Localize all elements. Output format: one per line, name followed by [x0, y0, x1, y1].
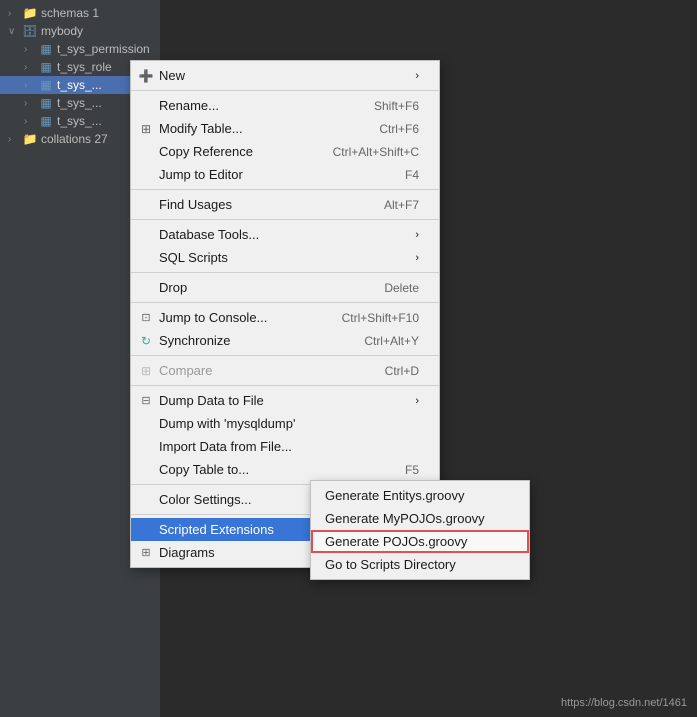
menu-item-jump-console[interactable]: ⊡ Jump to Console... Ctrl+Shift+F10	[131, 306, 439, 329]
menu-label: Import Data from File...	[159, 439, 419, 454]
menu-label: Modify Table...	[159, 121, 349, 136]
table-icon: ▦	[38, 114, 54, 128]
submenu-scripted-extensions: Generate Entitys.groovy Generate MyPOJOs…	[310, 480, 530, 580]
separator	[131, 302, 439, 303]
menu-item-copy-reference[interactable]: Copy Reference Ctrl+Alt+Shift+C	[131, 140, 439, 163]
tree-item-permission[interactable]: › ▦ t_sys_permission	[0, 40, 160, 58]
menu-label: Find Usages	[159, 197, 354, 212]
compare-icon: ⊞	[137, 364, 155, 378]
tree-arrow: ›	[24, 80, 38, 91]
menu-label: Database Tools...	[159, 227, 395, 242]
console-icon: ⊡	[137, 311, 155, 324]
submenu-arrow-icon: ›	[395, 70, 419, 82]
separator	[131, 189, 439, 190]
tree-label: collations 27	[41, 132, 108, 146]
menu-label: Rename...	[159, 98, 344, 113]
separator	[131, 355, 439, 356]
shortcut-text: F4	[375, 168, 419, 182]
menu-label: New	[159, 68, 395, 83]
menu-item-synchronize[interactable]: ↻ Synchronize Ctrl+Alt+Y	[131, 329, 439, 352]
separator	[131, 385, 439, 386]
tree-label: t_sys_...	[57, 78, 102, 92]
tree-arrow: ›	[24, 98, 38, 109]
table-icon: ⊞	[137, 122, 155, 136]
tree-arrow: ›	[8, 8, 22, 19]
shortcut-text: F5	[375, 463, 419, 477]
menu-item-compare[interactable]: ⊞ Compare Ctrl+D	[131, 359, 439, 382]
db-icon: 🗄	[22, 24, 38, 38]
submenu-item-generate-entitys[interactable]: Generate Entitys.groovy	[311, 484, 529, 507]
menu-item-copy-table[interactable]: Copy Table to... F5	[131, 458, 439, 481]
menu-label: Jump to Editor	[159, 167, 375, 182]
shortcut-text: Ctrl+Alt+Shift+C	[303, 145, 419, 159]
shortcut-text: Alt+F7	[354, 198, 419, 212]
shortcut-text: Ctrl+F6	[349, 122, 419, 136]
menu-label: Jump to Console...	[159, 310, 312, 325]
menu-item-drop[interactable]: Drop Delete	[131, 276, 439, 299]
submenu-arrow-icon: ›	[395, 395, 419, 407]
separator	[131, 219, 439, 220]
submenu-arrow-icon: ›	[395, 252, 419, 264]
menu-item-dump-mysqldump[interactable]: Dump with 'mysqldump'	[131, 412, 439, 435]
tree-item-mybody[interactable]: ∨ 🗄 mybody	[0, 22, 160, 40]
shortcut-text: Delete	[354, 281, 419, 295]
tree-label: t_sys_role	[57, 60, 112, 74]
shortcut-text: Shift+F6	[344, 99, 419, 113]
watermark-label: https://blog.csdn.net/1461	[561, 697, 687, 709]
tree-arrow: ∨	[8, 26, 22, 37]
menu-label: Compare	[159, 363, 355, 378]
table-icon: ▦	[38, 78, 54, 92]
folder-icon: 📁	[22, 132, 38, 146]
menu-item-find-usages[interactable]: Find Usages Alt+F7	[131, 193, 439, 216]
sync-icon: ↻	[137, 334, 155, 348]
menu-item-sql-scripts[interactable]: SQL Scripts ›	[131, 246, 439, 269]
shortcut-text: Ctrl+D	[355, 364, 419, 378]
folder-icon: 📁	[22, 6, 38, 20]
menu-label: SQL Scripts	[159, 250, 395, 265]
menu-label: Copy Table to...	[159, 462, 375, 477]
menu-item-modify-table[interactable]: ⊞ Modify Table... Ctrl+F6	[131, 117, 439, 140]
shortcut-text: Ctrl+Alt+Y	[334, 334, 419, 348]
diagrams-icon: ⊞	[137, 546, 155, 559]
menu-label: Synchronize	[159, 333, 334, 348]
tree-label: mybody	[41, 24, 83, 38]
submenu-item-generate-mypojos[interactable]: Generate MyPOJOs.groovy	[311, 507, 529, 530]
new-icon: ➕	[137, 69, 155, 83]
tree-arrow: ›	[24, 62, 38, 73]
tree-arrow: ›	[24, 44, 38, 55]
menu-item-rename[interactable]: Rename... Shift+F6	[131, 94, 439, 117]
tree-label: schemas 1	[41, 6, 99, 20]
tree-arrow: ›	[8, 134, 22, 145]
submenu-label: Generate MyPOJOs.groovy	[325, 511, 485, 526]
submenu-arrow-icon: ›	[395, 229, 419, 241]
submenu-label: Generate Entitys.groovy	[325, 488, 464, 503]
table-icon: ▦	[38, 42, 54, 56]
separator	[131, 272, 439, 273]
tree-item-schemas[interactable]: › 📁 schemas 1	[0, 4, 160, 22]
submenu-item-generate-pojos[interactable]: Generate POJOs.groovy	[311, 530, 529, 553]
tree-label: t_sys_...	[57, 96, 102, 110]
submenu-label: Go to Scripts Directory	[325, 557, 456, 572]
menu-label: Dump Data to File	[159, 393, 395, 408]
menu-label: Drop	[159, 280, 354, 295]
menu-item-dump-file[interactable]: ⊟ Dump Data to File ›	[131, 389, 439, 412]
menu-item-jump-editor[interactable]: Jump to Editor F4	[131, 163, 439, 186]
menu-label: Copy Reference	[159, 144, 303, 159]
tree-arrow: ›	[24, 116, 38, 127]
table-icon: ▦	[38, 60, 54, 74]
tree-label: t_sys_...	[57, 114, 102, 128]
separator	[131, 90, 439, 91]
menu-item-new[interactable]: ➕ New ›	[131, 64, 439, 87]
table-icon: ▦	[38, 96, 54, 110]
menu-item-db-tools[interactable]: Database Tools... ›	[131, 223, 439, 246]
shortcut-text: Ctrl+Shift+F10	[312, 311, 419, 325]
watermark-text: https://blog.csdn.net/1461	[561, 697, 687, 709]
menu-label: Dump with 'mysqldump'	[159, 416, 419, 431]
menu-item-import[interactable]: Import Data from File...	[131, 435, 439, 458]
tree-label: t_sys_permission	[57, 42, 150, 56]
dump-icon: ⊟	[137, 394, 155, 407]
submenu-item-go-to-scripts[interactable]: Go to Scripts Directory	[311, 553, 529, 576]
submenu-label: Generate POJOs.groovy	[325, 534, 467, 549]
